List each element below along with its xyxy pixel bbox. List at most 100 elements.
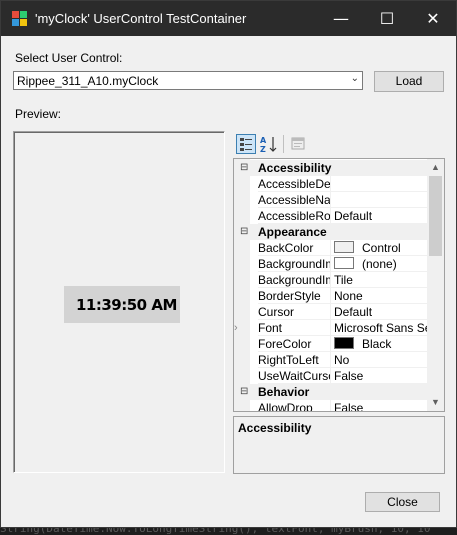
property-name: BackColor bbox=[258, 241, 314, 255]
scroll-thumb[interactable] bbox=[429, 176, 442, 256]
description-panel: Accessibility bbox=[233, 416, 445, 474]
grid-property-row[interactable]: Cursor Default bbox=[234, 304, 428, 320]
categorized-button[interactable] bbox=[236, 134, 256, 154]
clock-control: 11:39:50 AM bbox=[64, 286, 180, 323]
clock-time: 11:39:50 AM bbox=[76, 296, 177, 314]
column-divider[interactable] bbox=[330, 352, 331, 368]
alphabetical-button[interactable]: A Z bbox=[259, 134, 279, 154]
svg-text:Z: Z bbox=[260, 145, 266, 154]
toolbar-divider bbox=[283, 135, 284, 153]
user-control-select[interactable]: Rippee_311_A10.myClock ⌄ bbox=[13, 71, 363, 90]
category-name: Appearance bbox=[258, 225, 327, 239]
property-value[interactable]: No bbox=[334, 353, 428, 367]
grid-property-row[interactable]: AccessibleRole Default bbox=[234, 208, 428, 224]
color-swatch bbox=[334, 337, 354, 349]
property-value[interactable]: Control bbox=[334, 241, 428, 255]
maximize-button[interactable]: ☐ bbox=[364, 1, 410, 36]
column-divider[interactable] bbox=[330, 288, 331, 304]
minimize-button[interactable]: — bbox=[318, 1, 364, 36]
scroll-down-icon[interactable]: ▼ bbox=[427, 394, 444, 411]
property-value[interactable]: Default bbox=[334, 305, 428, 319]
column-divider[interactable] bbox=[330, 272, 331, 288]
grid-category-behavior[interactable]: ⊟ Behavior bbox=[234, 384, 428, 400]
grid-property-row[interactable]: RightToLeft No bbox=[234, 352, 428, 368]
grid-property-row[interactable]: UseWaitCursor False bbox=[234, 368, 428, 384]
grid-property-row[interactable]: ForeColor Black bbox=[234, 336, 428, 352]
property-value-text: False bbox=[334, 401, 364, 412]
grid-property-row[interactable]: AccessibleDescription bbox=[234, 176, 428, 192]
property-value-text: Tile bbox=[334, 273, 353, 287]
property-value-text: (none) bbox=[362, 257, 397, 271]
grid-property-row[interactable]: BorderStyle None bbox=[234, 288, 428, 304]
property-name: BackgroundImage bbox=[258, 257, 330, 271]
preview-label: Preview: bbox=[15, 107, 62, 121]
column-divider[interactable] bbox=[330, 192, 331, 208]
property-value-text: None bbox=[334, 289, 363, 303]
column-divider[interactable] bbox=[330, 368, 331, 384]
scroll-up-icon[interactable]: ▲ bbox=[427, 159, 444, 176]
window-title: 'myClock' UserControl TestContainer bbox=[35, 11, 247, 26]
property-value[interactable]: Default bbox=[334, 209, 428, 223]
property-name: Font bbox=[258, 321, 283, 335]
collapse-icon[interactable]: ⊟ bbox=[240, 386, 248, 397]
grid-property-row[interactable]: › Font Microsoft Sans Serif bbox=[234, 320, 428, 336]
property-value-text: Microsoft Sans Serif bbox=[334, 321, 428, 335]
property-value[interactable]: Tile bbox=[334, 273, 428, 287]
column-divider[interactable] bbox=[330, 304, 331, 320]
property-value[interactable]: None bbox=[334, 289, 428, 303]
color-swatch bbox=[334, 257, 354, 269]
property-name: BorderStyle bbox=[258, 289, 321, 303]
property-value[interactable]: (none) bbox=[334, 257, 428, 271]
grid-property-row[interactable]: BackgroundImage (none) bbox=[234, 256, 428, 272]
collapse-icon[interactable]: ⊟ bbox=[240, 162, 248, 173]
column-divider[interactable] bbox=[330, 320, 331, 336]
column-divider[interactable] bbox=[330, 400, 331, 411]
grid-property-row[interactable]: BackColor Control bbox=[234, 240, 428, 256]
grid-category-accessibility[interactable]: ⊟ Accessibility bbox=[234, 160, 428, 176]
svg-text:A: A bbox=[260, 136, 267, 145]
grid-property-row[interactable]: AllowDrop False bbox=[234, 400, 428, 412]
category-name: Behavior bbox=[258, 385, 310, 399]
property-value-text: False bbox=[334, 369, 364, 383]
chevron-down-icon: ⌄ bbox=[350, 73, 359, 84]
column-divider[interactable] bbox=[330, 256, 331, 272]
description-title: Accessibility bbox=[238, 421, 312, 435]
test-container-window: 'myClock' UserControl TestContainer — ☐ … bbox=[0, 0, 457, 528]
property-value[interactable]: Microsoft Sans Serif bbox=[334, 321, 428, 335]
column-divider[interactable] bbox=[330, 240, 331, 256]
title-bar: 'myClock' UserControl TestContainer — ☐ … bbox=[1, 1, 456, 36]
property-name: BackgroundImageLayout bbox=[258, 273, 330, 287]
property-value[interactable]: False bbox=[334, 401, 428, 412]
property-grid[interactable]: ⊟ Accessibility AccessibleDescription Acces… bbox=[233, 158, 445, 412]
load-button[interactable]: Load bbox=[374, 71, 444, 92]
property-value-text: Control bbox=[362, 241, 401, 255]
alphabetical-icon: A Z bbox=[260, 136, 277, 154]
app-icon bbox=[12, 11, 27, 26]
selected-control: Rippee_311_A10.myClock bbox=[17, 74, 159, 88]
grid-category-appearance[interactable]: ⊟ Appearance bbox=[234, 224, 428, 240]
property-value[interactable]: False bbox=[334, 369, 428, 383]
collapse-icon[interactable]: ⊟ bbox=[240, 226, 248, 237]
property-name: UseWaitCursor bbox=[258, 369, 330, 383]
color-swatch bbox=[334, 241, 354, 253]
property-value[interactable]: Black bbox=[334, 337, 428, 351]
property-pages-icon bbox=[291, 137, 305, 150]
property-value-text: Black bbox=[362, 337, 392, 351]
column-divider[interactable] bbox=[330, 336, 331, 352]
property-name: Cursor bbox=[258, 305, 295, 319]
close-button[interactable]: Close bbox=[365, 492, 440, 512]
categorized-icon bbox=[240, 138, 252, 151]
column-divider[interactable] bbox=[330, 208, 331, 224]
grid-property-row[interactable]: AccessibleName bbox=[234, 192, 428, 208]
grid-scrollbar[interactable]: ▲ ▼ bbox=[427, 159, 444, 411]
chevron-right-icon[interactable]: › bbox=[234, 322, 238, 334]
category-name: Accessibility bbox=[258, 161, 332, 175]
close-window-button[interactable]: ✕ bbox=[410, 1, 456, 36]
property-name: AllowDrop bbox=[258, 401, 313, 412]
grid-property-row[interactable]: BackgroundImageLayout Tile bbox=[234, 272, 428, 288]
property-name: AccessibleName bbox=[258, 193, 330, 207]
column-divider[interactable] bbox=[330, 176, 331, 192]
property-pages-button[interactable] bbox=[289, 134, 309, 154]
property-value-text: No bbox=[334, 353, 350, 367]
select-control-label: Select User Control: bbox=[15, 51, 123, 65]
